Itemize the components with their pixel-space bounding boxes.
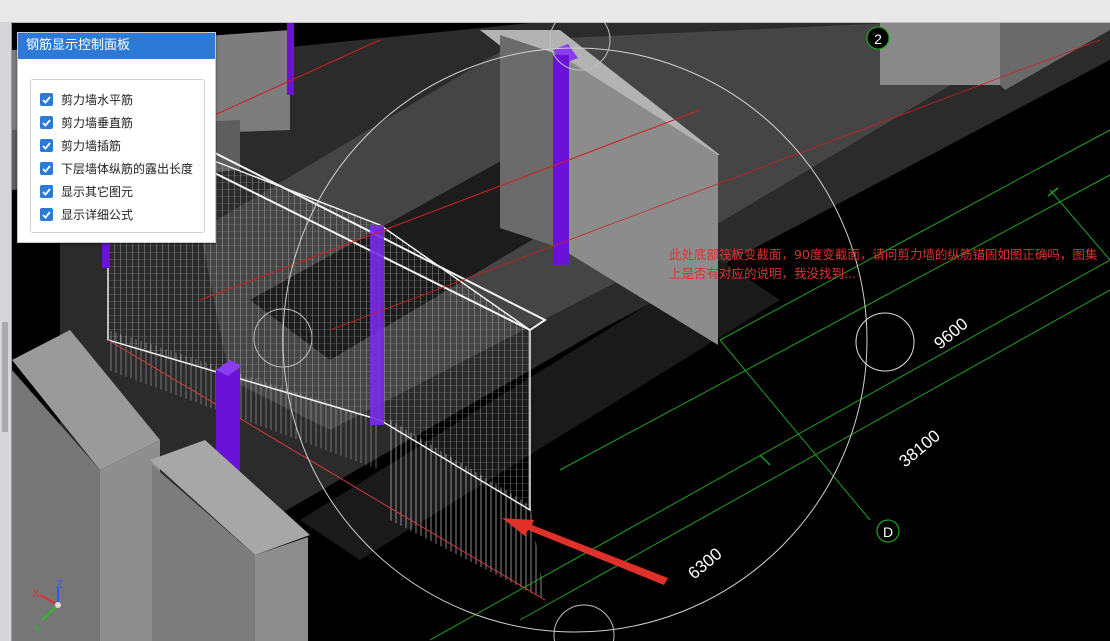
grid-label-2: 2 [874,31,882,47]
option-wall-dowel-rebar[interactable]: 剪力墙插筋 [31,134,204,157]
svg-text:Z: Z [56,579,63,591]
option-label: 剪力墙插筋 [61,139,122,153]
option-lower-wall-rebar-exposed-length[interactable]: 下层墙体纵筋的露出长度 [31,157,204,180]
option-label: 显示详细公式 [61,208,134,222]
column-a [287,23,294,95]
window-top-bar [0,0,1110,23]
annotation-note: 此处底部筏板变截面，90度变截面，请问剪力墙的纵筋锚固如图正确吗，图集上是否有对… [669,247,1098,281]
column-b [553,55,569,265]
wall-lower-mid-front [255,537,308,641]
option-wall-vertical-rebar[interactable]: 剪力墙垂直筋 [31,111,204,134]
option-show-other-elements[interactable]: 显示其它图元 [31,180,204,203]
checkbox-checked-icon[interactable] [40,139,53,152]
column-c [370,225,384,425]
option-label: 下层墙体纵筋的露出长度 [61,162,194,176]
grid-label-d: D [883,524,893,540]
option-label: 剪力墙水平筋 [61,93,134,107]
option-label: 剪力墙垂直筋 [61,116,134,130]
panel-title: 钢筋显示控制面板 [18,33,215,59]
wall-lower-left-front [100,440,160,641]
checkbox-checked-icon[interactable] [40,116,53,129]
panel-options: 剪力墙水平筋 剪力墙垂直筋 剪力墙插筋 下层墙体纵筋的露出长度 显示其它图元 显… [30,79,205,233]
rebar-display-control-panel: 钢筋显示控制面板 剪力墙水平筋 剪力墙垂直筋 剪力墙插筋 下层墙体纵筋的露出长度… [17,32,216,243]
small-circle-right [855,312,915,372]
svg-text:X: X [32,588,40,600]
option-show-detailed-formula[interactable]: 显示详细公式 [31,203,204,226]
checkbox-checked-icon[interactable] [40,208,53,221]
wall-far-right [880,23,1000,85]
splitter-handle[interactable] [2,322,8,432]
small-circle-bottom [553,604,615,641]
option-label: 显示其它图元 [61,185,134,199]
checkbox-checked-icon[interactable] [40,185,53,198]
grid-line-5 [719,339,871,521]
dimension-9600: 9600 [930,314,971,353]
left-toolbar-edge [0,22,12,641]
checkbox-checked-icon[interactable] [40,162,53,175]
svg-text:Y: Y [34,624,42,636]
dimension-38100: 38100 [895,426,943,471]
dimension-6300: 6300 [684,544,725,583]
checkbox-checked-icon[interactable] [40,93,53,106]
wall-main-side [500,35,560,248]
option-wall-horizontal-rebar[interactable]: 剪力墙水平筋 [31,88,204,111]
